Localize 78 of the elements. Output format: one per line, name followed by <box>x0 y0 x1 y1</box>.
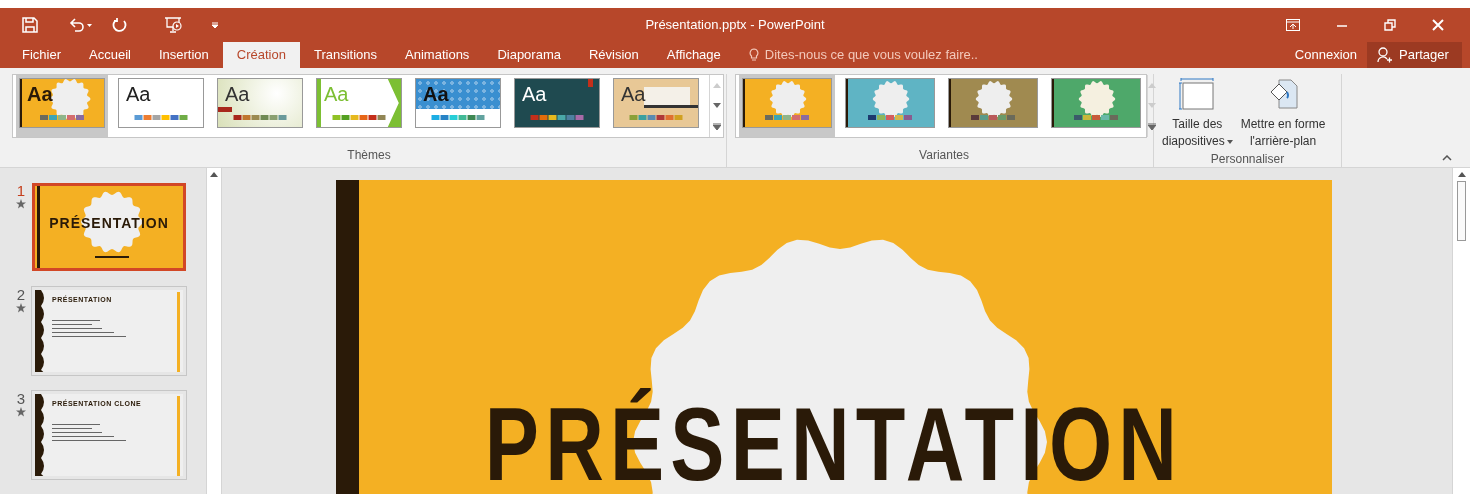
ribbon-tab[interactable]: Création <box>222 42 300 68</box>
slide-number: 1 <box>16 183 26 199</box>
variant-thumbnail[interactable] <box>948 78 1038 128</box>
color-swatches <box>40 115 84 120</box>
ribbon-tab[interactable]: Révision <box>574 42 653 68</box>
ribbon-tab[interactable]: Affichage <box>652 42 735 68</box>
color-swatches <box>629 115 683 120</box>
color-swatches <box>868 115 912 120</box>
star-icon <box>16 303 26 313</box>
close-icon[interactable] <box>1432 19 1444 31</box>
theme-sample-text: Aa <box>423 84 449 104</box>
color-swatches <box>233 115 287 120</box>
theme-sample-text: Aa <box>522 84 547 104</box>
ribbon-tab[interactable]: Animations <box>391 42 484 68</box>
ribbon-tab[interactable]: Fichier <box>8 42 75 68</box>
scrollbar[interactable] <box>206 168 222 494</box>
theme-thumbnail[interactable]: Aa <box>118 78 204 128</box>
theme-sample-text: Aa <box>324 84 349 104</box>
slide-size-icon <box>1179 78 1216 110</box>
color-swatches <box>530 115 584 120</box>
accent-bar <box>644 105 698 108</box>
theme-sample-text: Aa <box>126 84 151 104</box>
accent-bar <box>588 79 593 87</box>
ribbon-tab[interactable]: Accueil <box>75 42 145 68</box>
save-icon[interactable] <box>22 17 38 33</box>
color-swatches <box>971 115 1015 120</box>
color-swatches <box>134 115 188 120</box>
redo-icon[interactable] <box>112 17 128 33</box>
theme-sample-text: Aa <box>27 84 53 104</box>
sign-in-link[interactable]: Connexion <box>1284 42 1367 68</box>
theme-thumbnail[interactable]: Aa <box>613 78 699 128</box>
group-label: Variantes <box>918 147 970 164</box>
star-icon <box>16 407 26 417</box>
collapse-ribbon-icon[interactable] <box>1442 155 1452 161</box>
theme-thumbnail[interactable]: Aa <box>217 78 303 128</box>
slide-size-button[interactable]: Taille des diapositives <box>1160 74 1235 150</box>
theme-sample-text: Aa <box>225 84 250 104</box>
customize-menu-icon[interactable] <box>210 20 220 30</box>
color-swatches <box>332 115 386 120</box>
undo-icon[interactable] <box>68 17 94 33</box>
variant-thumbnail[interactable] <box>742 78 832 128</box>
theme-sample-text: Aa <box>621 84 646 104</box>
group-label: Thèmes <box>346 147 392 164</box>
star-icon <box>16 199 26 209</box>
more-icon[interactable] <box>712 122 721 130</box>
color-swatches <box>765 115 809 120</box>
wave-border-icon <box>35 394 47 476</box>
scroll-down-icon[interactable] <box>712 102 721 108</box>
ribbon-tab[interactable]: Transitions <box>299 42 392 68</box>
variant-thumbnail[interactable] <box>845 78 935 128</box>
subtitle-line <box>95 256 129 258</box>
theme-thumbnail[interactable]: Aa <box>19 78 105 128</box>
slide-number: 2 <box>16 287 26 303</box>
scroll-up-icon[interactable] <box>1457 172 1466 177</box>
slideshow-icon[interactable] <box>164 16 184 34</box>
scroll-up-icon[interactable] <box>210 172 218 177</box>
wave-border-icon <box>35 290 47 372</box>
person-plus-icon <box>1377 47 1393 63</box>
more-icon[interactable] <box>1148 122 1156 130</box>
theme-thumbnail[interactable]: Aa <box>514 78 600 128</box>
ribbon-tab[interactable]: Diaporama <box>483 42 575 68</box>
group-label: Personnaliser <box>1209 151 1286 168</box>
ribbon-tab[interactable]: Insertion <box>144 42 223 68</box>
color-swatches <box>1074 115 1118 120</box>
share-button[interactable]: Partager <box>1367 42 1462 68</box>
ribbon-display-options-icon[interactable] <box>1286 19 1300 31</box>
slide-number: 3 <box>16 391 26 407</box>
tell-me-field[interactable]: Dites-nous ce que vous voulez faire.. <box>748 42 978 68</box>
format-background-button[interactable]: Mettre en forme l'arrière-plan <box>1238 74 1328 150</box>
scroll-thumb[interactable] <box>1457 181 1466 241</box>
variant-thumbnail[interactable] <box>1051 78 1141 128</box>
color-swatches <box>431 115 485 120</box>
window-title: Présentation.pptx - PowerPoint <box>645 16 825 35</box>
accent-bar <box>218 107 232 112</box>
scrollbar[interactable] <box>1452 168 1470 494</box>
lightbulb-icon <box>748 48 759 62</box>
theme-thumbnail[interactable]: Aa <box>415 78 501 128</box>
restore-icon[interactable] <box>1384 19 1396 31</box>
